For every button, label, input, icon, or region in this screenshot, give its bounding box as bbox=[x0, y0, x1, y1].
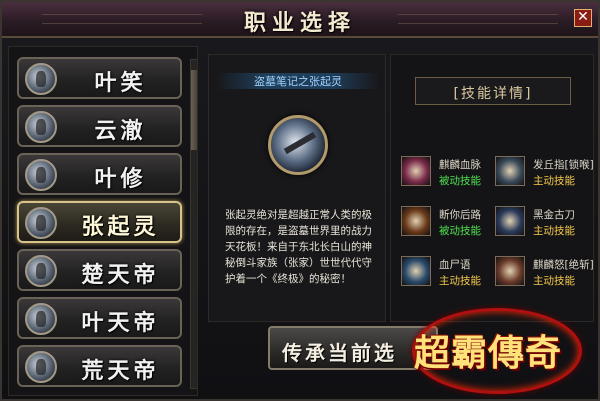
skill-heading: [技能详情] bbox=[453, 86, 533, 102]
class-avatar-icon bbox=[25, 111, 57, 143]
class-subtitle-banner: 盗墓笔记之张起灵 bbox=[217, 73, 379, 89]
skill-item[interactable]: 黑金古刀 主动技能 bbox=[495, 205, 595, 241]
skill-name: 发丘指[锁喉] bbox=[533, 159, 594, 171]
skill-item[interactable]: 断你后路 被动技能 bbox=[401, 205, 501, 241]
class-item-label: 叶修 bbox=[94, 167, 147, 192]
skill-name: 血尸语 bbox=[439, 259, 471, 271]
blade-icon bbox=[495, 206, 525, 236]
class-item[interactable]: 楚天帝 bbox=[17, 249, 182, 291]
rage-icon bbox=[495, 256, 525, 286]
skill-heading-box: [技能详情] bbox=[415, 77, 571, 105]
class-list: 叶笑云澈叶修张起灵楚天帝叶天帝荒天帝 bbox=[8, 46, 198, 396]
skill-type: 主动技能 bbox=[439, 275, 481, 287]
skill-type: 主动技能 bbox=[533, 175, 575, 187]
class-avatar-icon bbox=[25, 207, 57, 239]
skill-item[interactable]: 麒麟怒[绝斩] 主动技能 bbox=[495, 255, 595, 291]
class-avatar-icon bbox=[25, 63, 57, 95]
skill-type: 主动技能 bbox=[533, 225, 575, 237]
class-avatar-icon bbox=[25, 303, 57, 335]
claw-icon bbox=[401, 206, 431, 236]
finger-icon bbox=[495, 156, 525, 186]
class-subtitle: 盗墓笔记之张起灵 bbox=[254, 75, 342, 88]
skill-type: 被动技能 bbox=[439, 175, 481, 187]
class-item[interactable]: 叶天帝 bbox=[17, 297, 182, 339]
skill-name: 断你后路 bbox=[439, 209, 481, 221]
class-item-label: 楚天帝 bbox=[81, 263, 160, 288]
class-avatar-icon bbox=[25, 255, 57, 287]
skill-type: 主动技能 bbox=[533, 275, 575, 287]
window-title: 职业选择 bbox=[243, 11, 356, 36]
skill-name: 黑金古刀 bbox=[533, 209, 575, 221]
class-item[interactable]: 叶笑 bbox=[17, 57, 182, 99]
skill-type: 被动技能 bbox=[439, 225, 481, 237]
class-avatar-icon bbox=[25, 351, 57, 383]
class-item-label: 叶天帝 bbox=[81, 311, 160, 336]
scrollbar-thumb[interactable] bbox=[191, 70, 197, 150]
inherit-button-label: 传承当前选 bbox=[282, 341, 397, 365]
corpse-icon bbox=[401, 256, 431, 286]
skill-name: 麒麟血脉 bbox=[439, 159, 481, 171]
skill-item[interactable]: 麒麟血脉 被动技能 bbox=[401, 155, 501, 191]
close-icon[interactable]: ✕ bbox=[574, 9, 592, 27]
class-description: 张起灵绝对是超越正常人类的极限的存在，是盗墓世界里的战力天花板！来自于东北长白山… bbox=[225, 209, 372, 285]
class-select-window: 职业选择 ✕ 叶笑云澈叶修张起灵楚天帝叶天帝荒天帝 盗墓笔记之张起灵 张起灵绝对… bbox=[0, 0, 600, 401]
class-item-label: 叶笑 bbox=[94, 71, 147, 96]
title-bar[interactable]: 职业选择 ✕ bbox=[2, 2, 598, 38]
skill-item[interactable]: 血尸语 主动技能 bbox=[401, 255, 501, 291]
class-item[interactable]: 云澈 bbox=[17, 105, 182, 147]
class-item[interactable]: 荒天帝 bbox=[17, 345, 182, 387]
skill-panel: [技能详情] 麒麟血脉 被动技能 发丘指[锁喉] 主动技能 断你后路 被动技能 黑金古刀 主动… bbox=[390, 54, 594, 322]
class-item-label: 荒天帝 bbox=[81, 359, 160, 384]
class-item-label: 云澈 bbox=[94, 119, 147, 144]
class-item-label: 张起灵 bbox=[81, 215, 160, 240]
class-list-scrollbar[interactable] bbox=[190, 59, 197, 389]
class-portrait bbox=[268, 115, 328, 175]
blood-icon bbox=[401, 156, 431, 186]
game-logo: 超霸傳奇 bbox=[394, 302, 600, 401]
logo-text: 超霸傳奇 bbox=[414, 332, 563, 374]
skill-name: 麒麟怒[绝斩] bbox=[533, 259, 594, 271]
class-detail-panel: 盗墓笔记之张起灵 张起灵绝对是超越正常人类的极限的存在，是盗墓世界里的战力天花板… bbox=[208, 54, 386, 322]
class-item[interactable]: 叶修 bbox=[17, 153, 182, 195]
class-avatar-icon bbox=[25, 159, 57, 191]
skill-item[interactable]: 发丘指[锁喉] 主动技能 bbox=[495, 155, 595, 191]
class-item[interactable]: 张起灵 bbox=[17, 201, 182, 243]
